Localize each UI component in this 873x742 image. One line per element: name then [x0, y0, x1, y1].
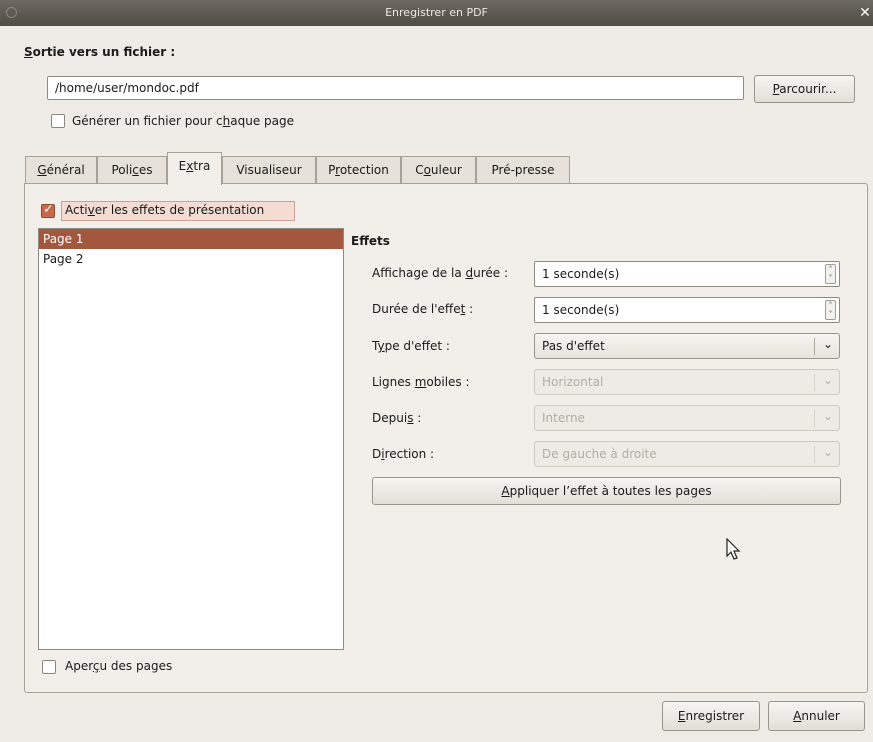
tab-general[interactable]: Général [25, 156, 97, 183]
apply-all-pages-button[interactable]: Appliquer l’effet à toutes les pages [372, 477, 841, 505]
cancel-button[interactable]: Annuler [768, 701, 865, 731]
save-button[interactable]: Enregistrer [662, 701, 760, 731]
tab-pre-presse[interactable]: Pré-presse [476, 156, 570, 183]
close-icon[interactable]: ✕ [857, 3, 873, 23]
chevron-down-icon: ⌄ [822, 409, 833, 423]
tab-visualiseur[interactable]: Visualiseur [222, 156, 316, 183]
from-label: Depuis : [372, 411, 422, 425]
page-preview-label[interactable]: Aperçu des pages [65, 659, 172, 673]
display-duration-spinner[interactable]: 1 seconde(s) ˄ ˅ [534, 261, 840, 287]
tab-couleur[interactable]: Couleur [401, 156, 476, 183]
effects-title: Effets [351, 234, 390, 248]
chevron-down-icon: ⌄ [822, 337, 833, 351]
tab-protection[interactable]: Protection [316, 156, 401, 183]
direction-select[interactable]: De gauche à droite ⌄ [534, 441, 840, 467]
effect-duration-label: Durée de l'effet : [372, 302, 474, 316]
chevron-down-icon: ⌄ [822, 445, 833, 459]
per-page-file-checkbox[interactable] [51, 114, 65, 128]
per-page-file-label[interactable]: Générer un fichier pour chaque page [72, 114, 294, 128]
effect-duration-spinner[interactable]: 1 seconde(s) ˄ ˅ [534, 297, 840, 323]
display-duration-label: Affichage de la durée : [372, 266, 509, 280]
spin-arrows-icon[interactable]: ˄ ˅ [825, 264, 836, 284]
moving-lines-select[interactable]: Horizontal ⌄ [534, 369, 840, 395]
file-path-input[interactable]: /home/user/mondoc.pdf [47, 76, 744, 100]
enable-effects-checkbox[interactable] [41, 202, 55, 218]
effect-type-select[interactable]: Pas d'effet ⌄ [534, 333, 840, 359]
tab-polices[interactable]: Polices [97, 156, 167, 183]
from-select[interactable]: Interne ⌄ [534, 405, 840, 431]
browse-button[interactable]: Parcourir... [754, 75, 855, 103]
tab-extra[interactable]: Extra [167, 152, 222, 185]
title-bar: Enregistrer en PDF ✕ [0, 0, 873, 26]
mouse-pointer-icon [726, 538, 741, 560]
moving-lines-label: Lignes mobiles : [372, 375, 470, 389]
list-item[interactable]: Page 2 [39, 249, 343, 269]
window-title: Enregistrer en PDF [385, 6, 488, 19]
direction-label: Direction : [372, 447, 435, 461]
effect-type-label: Type d'effet : [372, 339, 450, 353]
chevron-down-icon: ⌄ [822, 373, 833, 387]
page-preview-checkbox[interactable] [42, 660, 56, 674]
output-section-title: Sortie vers un fichier : [24, 45, 176, 59]
list-item[interactable]: Page 1 [39, 229, 343, 249]
spin-arrows-icon[interactable]: ˄ ˅ [825, 300, 836, 320]
page-list[interactable]: Page 1 Page 2 [38, 228, 344, 650]
enable-effects-label[interactable]: Activer les effets de présentation [65, 203, 264, 217]
